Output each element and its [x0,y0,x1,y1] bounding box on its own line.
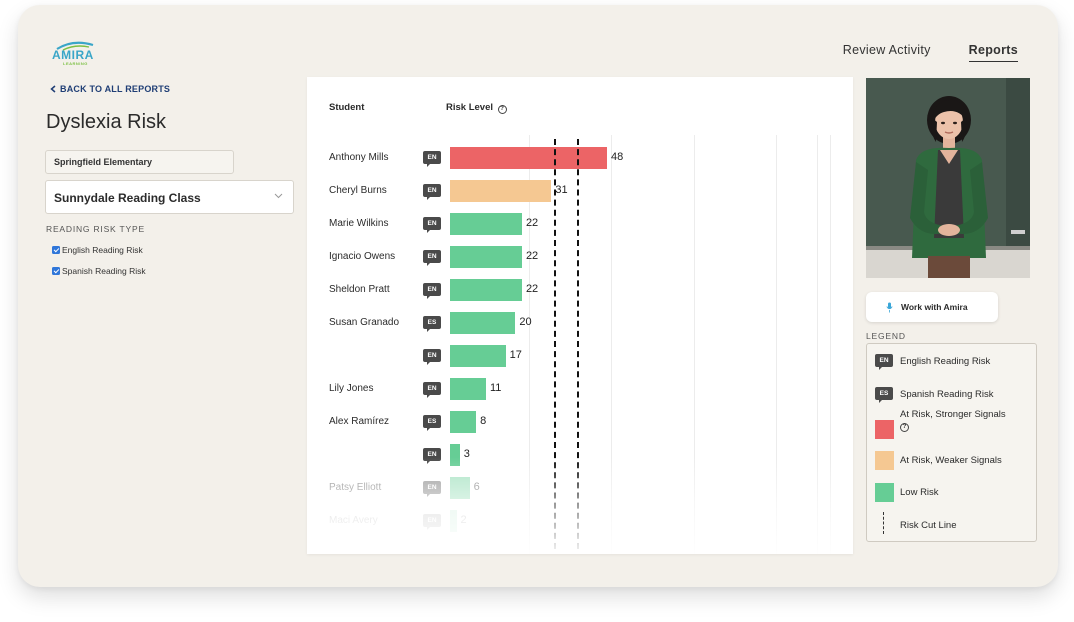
risk-cut-line [576,139,579,549]
gridline [694,135,695,554]
risk-bar[interactable] [450,510,457,532]
risk-bar[interactable] [450,411,477,433]
bar-value-label: 48 [610,151,624,163]
english-risk-label: English Reading Risk [62,245,143,255]
work-with-amira-button[interactable]: Work with Amira [866,292,998,322]
legend-swatch-weaker [875,451,894,470]
legend: EN English Reading Risk ES Spanish Readi… [866,343,1037,542]
student-name[interactable]: Susan Granado [329,317,399,328]
legend-cut-label: Risk Cut Line [900,520,957,531]
gridline [776,135,777,554]
bar-value-label: 6 [473,481,480,493]
language-badge-icon: EN [423,250,441,266]
chevron-down-icon [274,193,283,199]
student-name[interactable]: Anthony Mills [329,152,388,163]
bar-value-label: 22 [525,217,539,229]
language-badge-icon: ES [423,415,441,431]
amira-logo[interactable]: AMIRA LEARNING [51,41,111,66]
class-select-value: Sunnydale Reading Class [54,191,201,205]
bar-value-label: 22 [525,250,539,262]
spanish-risk-checkbox[interactable]: Spanish Reading Risk [52,266,146,276]
help-icon[interactable]: ? [900,423,909,432]
logo-word: AMIRA [52,48,94,62]
legend-spanish-label: Spanish Reading Risk [900,389,994,400]
language-badge-icon: EN [423,514,441,530]
language-badge-icon: EN [423,217,441,233]
work-with-amira-label: Work with Amira [901,302,968,312]
risk-bar[interactable] [450,477,470,499]
school-field[interactable]: Springfield Elementary [45,150,234,174]
risk-bar[interactable] [450,279,522,301]
microphone-icon [886,302,893,312]
risk-chart: Anthony Mills EN 48 Cheryl Burns EN 31 Marie W… [307,77,853,554]
risk-bar[interactable] [450,213,522,235]
amira-avatar [866,78,1030,278]
language-badge-icon: EN [423,382,441,398]
student-name[interactable]: Maci Avery [329,515,378,526]
gridline [830,135,831,554]
legend-swatch-stronger [875,420,894,439]
page-title: Dyslexia Risk [46,111,167,133]
student-name[interactable]: Lily Jones [329,383,373,394]
language-badge-icon: ES [423,316,441,332]
legend-low-label: Low Risk [900,487,939,498]
language-badge-icon: EN [423,448,441,464]
bar-value-label: 22 [525,283,539,295]
logo-sub: LEARNING [63,61,88,66]
student-name[interactable]: Ignacio Owens [329,251,395,262]
class-select[interactable]: Sunnydale Reading Class [45,180,294,214]
nav-reports[interactable]: Reports [968,43,1018,62]
legend-english-label: English Reading Risk [900,356,991,367]
back-to-all-reports-link[interactable]: BACK TO ALL REPORTS [50,84,170,94]
student-name[interactable]: Sheldon Pratt [329,284,390,295]
bar-value-label: 17 [509,349,522,361]
language-badge-icon: EN [423,481,441,497]
risk-bar[interactable] [450,312,516,334]
app-window: AMIRA LEARNING Review Activity Reports B… [18,5,1058,587]
risk-bar[interactable] [450,378,486,400]
bar-value-label: 11 [489,382,502,394]
bar-value-label: 8 [480,415,487,427]
student-name[interactable]: Alex Ramírez [329,416,389,427]
back-link-label: BACK TO ALL REPORTS [60,84,171,94]
english-risk-checkbox[interactable]: English Reading Risk [52,245,143,255]
legend-swatch-low [875,483,894,502]
student-name[interactable]: Patsy Elliott [329,482,381,493]
gridline [817,135,818,554]
checkbox-checked-icon [52,246,60,254]
risk-bar[interactable] [450,246,522,268]
gridline [611,135,612,554]
bar-value-label: 20 [519,316,532,328]
risk-cut-line [553,139,556,549]
student-name[interactable]: Marie Wilkins [329,218,388,229]
chevron-left-icon [50,85,56,93]
legend-weaker-label: At Risk, Weaker Signals [900,455,1002,466]
bar-value-label: 2 [460,514,467,526]
bar-value-label: 31 [555,184,568,196]
risk-bar[interactable] [450,180,552,202]
risk-bar[interactable] [450,147,607,169]
top-nav: Review Activity Reports [843,43,1018,62]
amira-avatar-illustration [866,78,1030,278]
risk-bar[interactable] [450,444,460,466]
spanish-badge-icon: ES [875,387,893,403]
language-badge-icon: EN [423,283,441,299]
language-badge-icon: EN [423,184,441,200]
language-badge-icon: EN [423,151,441,167]
english-badge-icon: EN [875,354,893,370]
legend-title: LEGEND [866,331,906,341]
dashed-line-icon [883,512,884,534]
language-badge-icon: EN [423,349,441,365]
risk-bar[interactable] [450,345,506,367]
student-name[interactable]: Cheryl Burns [329,185,387,196]
risk-type-heading: READING RISK TYPE [46,224,145,234]
nav-review-activity[interactable]: Review Activity [843,43,931,62]
legend-stronger-label: At Risk, Stronger Signals ? [900,409,1030,432]
checkbox-checked-icon [52,267,60,275]
risk-chart-panel: Student Risk Level ? Anthony Mills EN 48 Ch… [307,77,853,554]
bar-value-label: 3 [463,448,470,460]
legend-stronger-text: At Risk, Stronger Signals [900,409,1006,420]
spanish-risk-label: Spanish Reading Risk [62,266,146,276]
